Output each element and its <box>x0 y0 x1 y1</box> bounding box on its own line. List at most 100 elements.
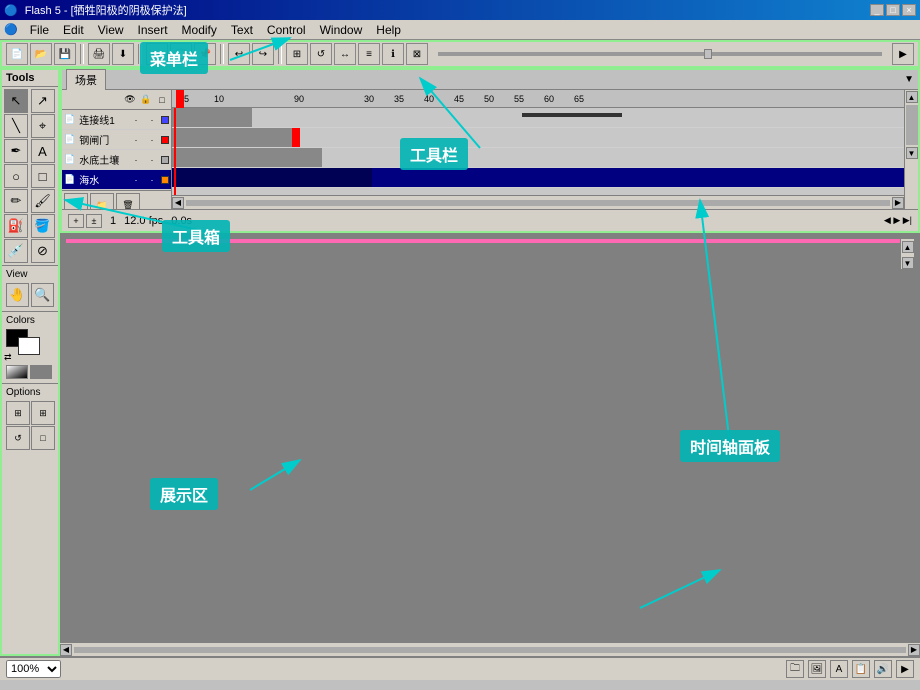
new-button[interactable]: 📄 <box>6 43 28 65</box>
stage-hscroll-right[interactable]: ▶ <box>908 644 920 656</box>
dupe-scene-btn[interactable]: ± <box>86 214 102 228</box>
menu-modify[interactable]: Modify <box>176 21 223 39</box>
minimize-button[interactable]: _ <box>870 4 884 16</box>
menu-help[interactable]: Help <box>370 21 407 39</box>
stage-vscroll-down[interactable]: ▼ <box>902 257 914 269</box>
lasso-tool[interactable]: ⌖ <box>31 114 55 138</box>
playhead-indicator[interactable] <box>176 90 184 108</box>
copy-button[interactable]: 📋 <box>170 43 192 65</box>
open-button[interactable]: 📂 <box>30 43 52 65</box>
stage-hscroll-track[interactable] <box>74 647 906 653</box>
layer-lock-1[interactable]: · <box>145 133 159 147</box>
timeline-slider[interactable] <box>438 52 882 56</box>
menu-insert[interactable]: Insert <box>132 21 174 39</box>
timeline-footer-controls[interactable]: ◀ ▶ ▶| <box>884 215 912 226</box>
menu-control[interactable]: Control <box>261 21 312 39</box>
redo-button[interactable]: ↪ <box>252 43 274 65</box>
align-button[interactable]: ≡ <box>358 43 380 65</box>
info-button[interactable]: ℹ <box>382 43 404 65</box>
status-icon-5[interactable]: 🔊 <box>874 660 892 678</box>
zoom-select[interactable]: 100% 50% 200% Show All <box>6 660 61 678</box>
status-icon-6[interactable]: ▶ <box>896 660 914 678</box>
vscroll-down-btn[interactable]: ▼ <box>906 147 918 159</box>
menu-edit[interactable]: Edit <box>57 21 90 39</box>
layer-controls: + 📁 🗑 <box>62 190 171 209</box>
layer-lock-0[interactable]: · <box>145 113 159 127</box>
rect-tool[interactable]: □ <box>31 164 55 188</box>
hand-tool[interactable]: 🤚 <box>6 283 29 307</box>
paste-button[interactable]: 📌 <box>194 43 216 65</box>
add-layer-button[interactable]: + <box>64 193 88 209</box>
scroll-right-btn[interactable]: ▶ <box>892 197 904 209</box>
ruler-mark-60: 60 <box>544 94 554 104</box>
layer-row-3[interactable]: 📄 海水 · · <box>62 170 171 190</box>
menu-view[interactable]: View <box>92 21 130 39</box>
stage-hscroll[interactable]: ◀ ▶ <box>60 642 920 656</box>
layer-lock-3[interactable]: · <box>145 173 159 187</box>
scroll-track[interactable] <box>186 200 890 206</box>
option-btn-4[interactable]: □ <box>31 426 55 450</box>
stage-vscroll[interactable]: ▲ ▼ <box>900 239 914 269</box>
line-tool[interactable]: ╲ <box>4 114 28 138</box>
brush-tool[interactable]: 🖌 <box>31 189 55 213</box>
vscroll-thumb[interactable] <box>906 105 918 145</box>
close-button[interactable]: × <box>902 4 916 16</box>
timeline-hscroll[interactable]: ◀ ▶ <box>172 195 904 209</box>
layer-vis-1[interactable]: · <box>129 133 143 147</box>
add-scene-btn[interactable]: + <box>68 214 84 228</box>
layer-vis-2[interactable]: · <box>129 153 143 167</box>
stage-vscroll-up[interactable]: ▲ <box>902 241 914 253</box>
oval-tool[interactable]: ○ <box>4 164 28 188</box>
save-button[interactable]: 💾 <box>54 43 76 65</box>
swap-colors-icon[interactable]: ⇄ <box>4 352 12 363</box>
delete-layer-button[interactable]: 🗑 <box>116 193 140 209</box>
cut-button[interactable]: ✂ <box>146 43 168 65</box>
snap-button[interactable]: ⊞ <box>286 43 308 65</box>
transform-button[interactable]: ⊠ <box>406 43 428 65</box>
zoom-tool[interactable]: 🔍 <box>31 283 54 307</box>
scale-button[interactable]: ↔ <box>334 43 356 65</box>
inkbottle-tool[interactable]: ⛽ <box>4 214 28 238</box>
maximize-button[interactable]: □ <box>886 4 900 16</box>
layer-lock-2[interactable]: · <box>145 153 159 167</box>
vscroll-up-btn[interactable]: ▲ <box>906 91 918 103</box>
menu-text[interactable]: Text <box>225 21 259 39</box>
menu-window[interactable]: Window <box>314 21 369 39</box>
layer-row-0[interactable]: 📄 连接线1 · · <box>62 110 171 130</box>
status-icon-1[interactable]: 🗀 <box>786 660 804 678</box>
stage-hscroll-left[interactable]: ◀ <box>60 644 72 656</box>
status-icon-2[interactable]: 🖼 <box>808 660 826 678</box>
add-folder-button[interactable]: 📁 <box>90 193 114 209</box>
undo-button[interactable]: ↩ <box>228 43 250 65</box>
timeline-vscroll[interactable]: ▲ ▼ <box>904 90 918 209</box>
eyedrop-tool[interactable]: 💉 <box>4 239 28 263</box>
no-color-button[interactable] <box>6 365 28 379</box>
play-button[interactable]: ▶ <box>892 43 914 65</box>
status-icon-4[interactable]: 📋 <box>852 660 870 678</box>
layer-row-2[interactable]: 📄 水底土壤 · · <box>62 150 171 170</box>
subselect-tool[interactable]: ↗ <box>31 89 55 113</box>
window-controls[interactable]: _ □ × <box>870 4 916 16</box>
scene-tab[interactable]: 场景 <box>66 69 106 91</box>
fill-color-swatch[interactable] <box>18 337 40 355</box>
timeline-menu-btn[interactable]: ▼ <box>904 74 914 85</box>
menu-file[interactable]: File <box>24 21 55 39</box>
eraser-tool[interactable]: ⊘ <box>31 239 55 263</box>
pencil-tool[interactable]: ✏ <box>4 189 28 213</box>
layer-vis-0[interactable]: · <box>129 113 143 127</box>
import-button[interactable]: ⬇ <box>112 43 134 65</box>
scroll-left-btn[interactable]: ◀ <box>172 197 184 209</box>
layer-row-1[interactable]: 📄 钢闸门 · · <box>62 130 171 150</box>
pen-tool[interactable]: ✒ <box>4 139 28 163</box>
text-tool[interactable]: A <box>31 139 55 163</box>
option-btn-3[interactable]: ↺ <box>6 426 30 450</box>
layer-vis-3[interactable]: · <box>129 173 143 187</box>
option-btn-2[interactable]: ⊞ <box>31 401 55 425</box>
rotate-button[interactable]: ↺ <box>310 43 332 65</box>
paint-tool[interactable]: 🪣 <box>31 214 55 238</box>
select-tool[interactable]: ↖ <box>4 89 28 113</box>
default-color-button[interactable] <box>30 365 52 379</box>
option-btn-1[interactable]: ⊞ <box>6 401 30 425</box>
print-button[interactable]: 🖨 <box>88 43 110 65</box>
status-icon-3[interactable]: A <box>830 660 848 678</box>
